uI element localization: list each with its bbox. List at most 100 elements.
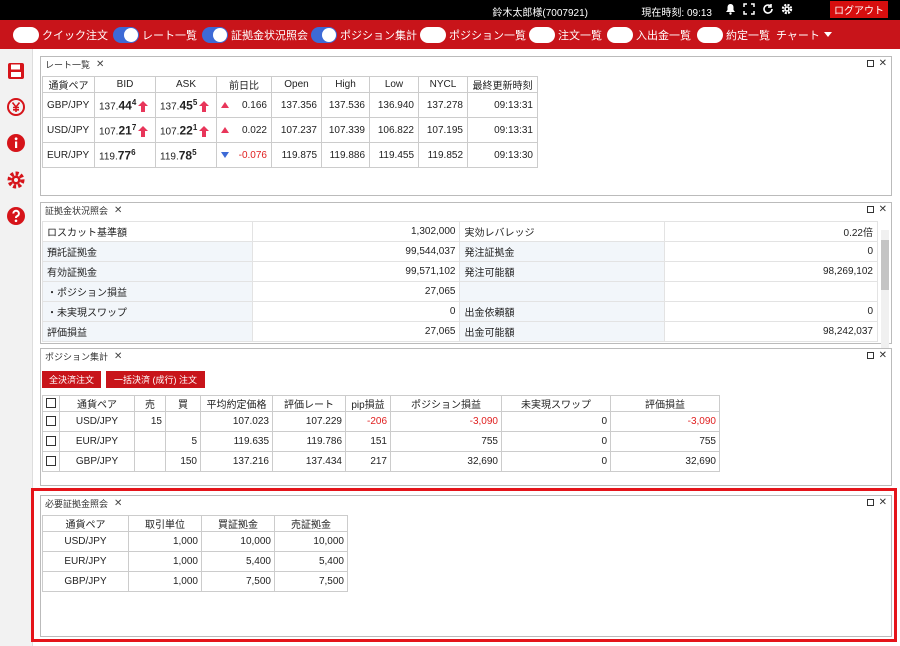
- margin-label: [459, 281, 666, 302]
- table-row[interactable]: USD/JPY 107.217 107.221 0.022 107.237 107.339…: [42, 117, 538, 143]
- highlight-frame: [31, 488, 897, 642]
- close-icon[interactable]: ✕: [879, 204, 887, 215]
- bell-icon[interactable]: [724, 3, 736, 15]
- bulk-market-settle-button[interactable]: 一括決済 (成行) 注文: [106, 371, 205, 388]
- toolbar-toggle-quick-order[interactable]: クイック注文: [13, 26, 108, 43]
- close-icon[interactable]: ✕: [114, 351, 122, 362]
- column-header: 未実現スワップ: [501, 395, 611, 412]
- ask-cell[interactable]: 107.221: [155, 117, 217, 143]
- column-header: 評価損益: [610, 395, 720, 412]
- help-icon[interactable]: [6, 206, 26, 226]
- save-icon[interactable]: [6, 61, 26, 81]
- chart-menu[interactable]: チャート: [776, 26, 832, 43]
- toolbar-toggle-execution-list[interactable]: 約定一覧: [697, 26, 770, 43]
- toolbar-toggle-margin-status[interactable]: 証拠金状況照会: [202, 26, 308, 43]
- info-icon[interactable]: [6, 133, 26, 153]
- yen-icon[interactable]: [6, 97, 26, 117]
- bid-cell[interactable]: 137.444: [94, 92, 156, 118]
- margin-value: 98,242,037: [664, 321, 878, 342]
- margin-table: ロスカット基準額 1,302,000 実効レバレッジ 0.22倍 預託証拠金 99,544…: [42, 221, 878, 342]
- table-row: ・ポジション損益 27,065: [42, 281, 878, 302]
- maximize-icon[interactable]: [866, 352, 874, 359]
- open-cell: 137.356: [271, 92, 322, 118]
- time-cell: 09:13:31: [467, 92, 538, 118]
- row-checkbox[interactable]: [42, 411, 60, 432]
- row-checkbox[interactable]: [42, 451, 60, 472]
- toolbar-toggle-rate-list[interactable]: レート一覧: [113, 26, 197, 43]
- pair-cell: EUR/JPY: [42, 142, 95, 168]
- table-row[interactable]: GBP/JPY 150 137.216 137.434 217 32,690 0 32,690: [42, 451, 720, 472]
- ask-cell[interactable]: 137.455: [155, 92, 217, 118]
- panel-title: レート一覧: [45, 59, 91, 70]
- column-header: 通貨ペア: [59, 395, 135, 412]
- open-cell: 119.875: [271, 142, 322, 168]
- toolbar-toggle-position-list[interactable]: ポジション一覧: [420, 26, 526, 43]
- logout-button[interactable]: ログアウト: [830, 1, 888, 18]
- low-cell: 136.940: [369, 92, 419, 118]
- scrollbar[interactable]: [881, 230, 889, 348]
- table-row[interactable]: GBP/JPY 137.444 137.455 0.166 137.356 137.536…: [42, 92, 538, 118]
- table-row[interactable]: EUR/JPY 119.776 119.785 -0.076 119.875 119.88…: [42, 142, 538, 168]
- toggle-switch[interactable]: [529, 26, 555, 43]
- toggle-switch[interactable]: [607, 26, 633, 43]
- price-pip: 5: [192, 97, 198, 107]
- scrollbar-thumb[interactable]: [881, 240, 889, 290]
- maximize-icon[interactable]: [866, 206, 874, 213]
- table-row: ロスカット基準額 1,302,000 実効レバレッジ 0.22倍: [42, 221, 878, 242]
- row-checkbox[interactable]: [42, 431, 60, 452]
- toggle-switch[interactable]: [311, 26, 337, 43]
- bid-cell[interactable]: 107.217: [94, 117, 156, 143]
- settle-all-button[interactable]: 全決済注文: [42, 371, 101, 388]
- toggle-switch[interactable]: [113, 26, 139, 43]
- toolbar-toggle-position-summary[interactable]: ポジション集計: [311, 26, 417, 43]
- toggle-switch[interactable]: [697, 26, 723, 43]
- toolbar-label: 注文一覧: [558, 29, 602, 42]
- close-icon[interactable]: ✕: [96, 59, 104, 70]
- time-cell: 09:13:31: [467, 117, 538, 143]
- close-icon[interactable]: ✕: [114, 205, 122, 216]
- ask-cell[interactable]: 119.785: [155, 142, 217, 168]
- toggle-switch[interactable]: [420, 26, 446, 43]
- close-icon[interactable]: ✕: [879, 350, 887, 361]
- high-cell: 137.536: [321, 92, 370, 118]
- chevron-down-icon: [823, 32, 832, 37]
- pair-cell: USD/JPY: [59, 411, 135, 432]
- table-row[interactable]: USD/JPY 15 107.023 107.229 -206 -3,090 0 -3,090: [42, 411, 720, 432]
- margin-value: 99,571,102: [251, 261, 461, 282]
- margin-label: 出金依頼額: [459, 301, 666, 322]
- toggle-switch[interactable]: [202, 26, 228, 43]
- column-header: Open: [271, 76, 322, 93]
- price-big: 44: [118, 98, 132, 113]
- margin-label: 有効証拠金: [42, 261, 253, 282]
- sell-cell: [134, 431, 166, 452]
- refresh-icon[interactable]: [762, 3, 774, 15]
- close-icon[interactable]: ✕: [879, 58, 887, 69]
- buy-cell: [165, 411, 201, 432]
- gear-icon[interactable]: [781, 3, 793, 15]
- pl-cell: 32,690: [390, 451, 502, 472]
- margin-label: 実効レバレッジ: [459, 221, 666, 242]
- gear-icon[interactable]: [6, 170, 26, 190]
- column-header: 評価レート: [272, 395, 346, 412]
- column-header: 前日比: [216, 76, 272, 93]
- maximize-icon[interactable]: [866, 60, 874, 67]
- price-prefix: 119.: [99, 151, 118, 163]
- table-row[interactable]: EUR/JPY 5 119.635 119.786 151 755 0 755: [42, 431, 720, 452]
- fullscreen-icon[interactable]: [743, 3, 755, 15]
- margin-value: 98,269,102: [664, 261, 878, 282]
- price-pip: 5: [192, 147, 197, 157]
- select-all-checkbox[interactable]: [42, 395, 60, 412]
- pl-cell: 755: [390, 431, 502, 452]
- up-arrow-icon: [138, 126, 149, 138]
- margin-label: ・ポジション損益: [42, 281, 253, 302]
- rate-list-panel: レート一覧 ✕ ✕ 通貨ペア BID ASK 前日比 Open High Low …: [40, 56, 892, 196]
- price-big: 22: [179, 123, 193, 138]
- bid-cell[interactable]: 119.776: [94, 142, 156, 168]
- price-pip: 4: [131, 97, 137, 107]
- price-prefix: 137.: [99, 101, 119, 113]
- toggle-switch[interactable]: [13, 26, 39, 43]
- rate-cell: 119.786: [272, 431, 346, 452]
- panel-title: 証拠金状況照会: [45, 205, 109, 216]
- toolbar-toggle-order-list[interactable]: 注文一覧: [529, 26, 602, 43]
- toolbar-toggle-deposit-list[interactable]: 入出金一覧: [607, 26, 691, 43]
